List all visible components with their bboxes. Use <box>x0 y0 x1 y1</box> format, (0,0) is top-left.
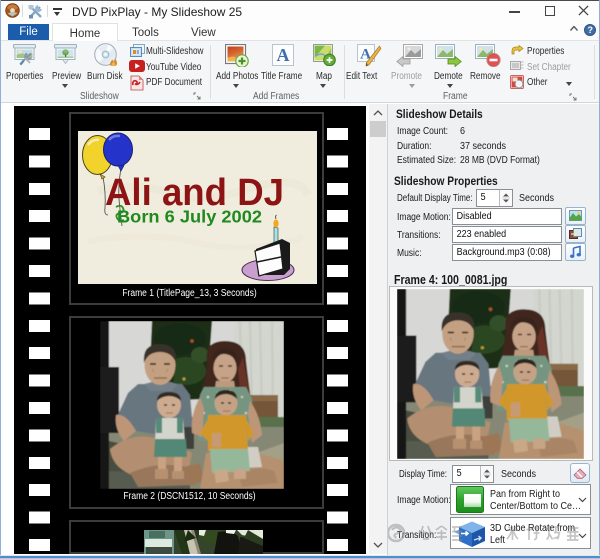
svg-text:A: A <box>277 45 290 65</box>
svg-text:Born 6 July 2002: Born 6 July 2002 <box>117 207 262 227</box>
